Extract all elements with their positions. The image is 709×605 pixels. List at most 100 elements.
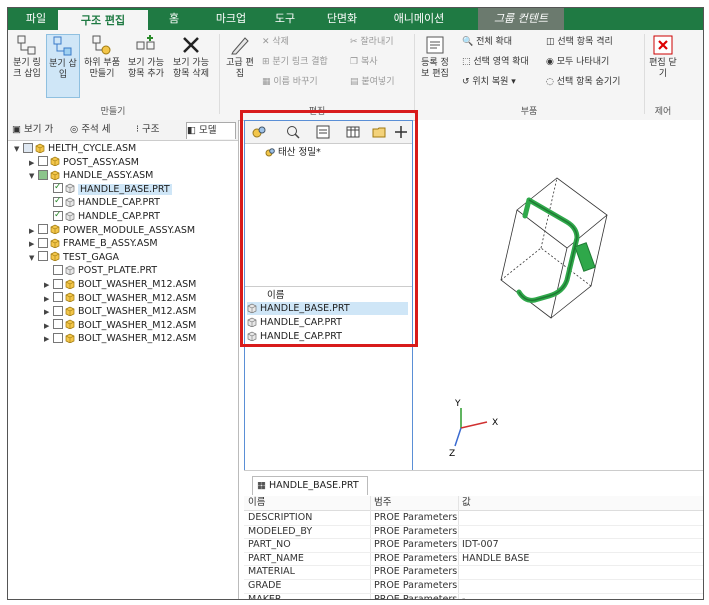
param-name: MAKER bbox=[248, 593, 282, 600]
table-row[interactable]: DESCRIPTION PROE Parameters bbox=[244, 511, 703, 526]
sub-part-create-button[interactable]: 하위 부품 만들기 bbox=[82, 34, 122, 98]
menu-bar: 파일 구조 편집 홈 마크업 도구 단면화 애니메이션 그룹 컨텐트 bbox=[8, 8, 703, 30]
link-combine-icon: ⊞ bbox=[262, 57, 273, 67]
visibility-checkbox[interactable] bbox=[53, 332, 63, 343]
group-content-item[interactable]: HANDLE_CAP.PRT bbox=[247, 330, 408, 343]
table-row[interactable]: MODELED_BY PROE Parameters bbox=[244, 525, 703, 540]
visibility-checkbox[interactable] bbox=[53, 305, 63, 316]
expand-down-icon[interactable]: ▼ bbox=[29, 252, 38, 265]
visibility-checkbox[interactable] bbox=[53, 292, 63, 303]
visibility-checkbox[interactable] bbox=[38, 169, 48, 180]
table-row[interactable]: PART_NO PROE Parameters IDT-007 bbox=[244, 538, 703, 553]
tab-annotation[interactable]: ◎ 주석 세 bbox=[70, 122, 124, 138]
show-all-button[interactable]: ◉ 모두 나타내기 bbox=[546, 56, 609, 68]
assembly-icon bbox=[65, 279, 75, 289]
delete-button[interactable]: ✕ 삭제 bbox=[262, 36, 289, 48]
tree-item[interactable]: ▶ FRAME_B_ASSY.ASM bbox=[29, 237, 158, 250]
visibility-checkbox[interactable] bbox=[53, 181, 63, 194]
select-area-expand-button[interactable]: ⬚ 선택 영역 확대 bbox=[462, 56, 529, 68]
add-viewable-item-button[interactable]: 보기 가능 항목 추가 bbox=[126, 34, 166, 98]
tree-item[interactable]: ▼ TEST_GAGA bbox=[29, 251, 119, 264]
paste-button[interactable]: ▤ 붙여넣기 bbox=[350, 76, 395, 88]
properties-icon[interactable] bbox=[315, 124, 331, 140]
select-isolate-button[interactable]: ◫ 선택 항목 격리 bbox=[546, 36, 613, 48]
tree-item[interactable]: ▼ HELTH_CYCLE.ASM bbox=[14, 142, 136, 155]
expand-all-button[interactable]: 🔍 전체 확대 bbox=[462, 36, 512, 48]
tree-item[interactable]: ▶ POWER_MODULE_ASSY.ASM bbox=[29, 224, 195, 237]
hide-selected-button[interactable]: ◌ 선택 항목 숨기기 bbox=[546, 76, 620, 88]
expand-right-icon[interactable]: ▶ bbox=[44, 293, 53, 306]
register-edit-button[interactable]: 등록 정 보 편집 bbox=[418, 34, 452, 98]
table-row[interactable]: PART_NAME PROE Parameters HANDLE BASE bbox=[244, 552, 703, 567]
branch-link-combine-button[interactable]: ⊞ 분기 링크 결합 bbox=[262, 56, 328, 68]
tree-item[interactable]: HANDLE_CAP.PRT bbox=[44, 209, 160, 223]
tab-markup[interactable]: 마크업 bbox=[204, 8, 258, 30]
tree-item[interactable]: ▶ BOLT_WASHER_M12.ASM bbox=[44, 278, 196, 291]
expand-down-icon[interactable]: ▼ bbox=[14, 143, 23, 156]
visibility-checkbox[interactable] bbox=[38, 156, 48, 167]
expand-down-icon[interactable]: ▼ bbox=[29, 170, 38, 183]
cut-button[interactable]: ✂ 잘라내기 bbox=[350, 36, 394, 48]
visibility-checkbox[interactable] bbox=[38, 224, 48, 235]
tree-item[interactable]: ▶ BOLT_WASHER_M12.ASM bbox=[44, 305, 196, 318]
tree-item[interactable]: ▶ BOLT_WASHER_M12.ASM bbox=[44, 319, 196, 332]
expand-right-icon[interactable]: ▶ bbox=[44, 333, 53, 346]
tab-animation[interactable]: 애니메이션 bbox=[376, 8, 462, 30]
tree-item[interactable]: HANDLE_BASE.PRT bbox=[44, 181, 172, 196]
expand-right-icon[interactable]: ▶ bbox=[44, 279, 53, 292]
group-edit-label: 편집 bbox=[308, 107, 326, 117]
branch-link-insert-button[interactable]: 분기 링 크 삽입 bbox=[10, 34, 44, 98]
table-row[interactable]: MAKER PROE Parameters - bbox=[244, 593, 703, 600]
expand-right-icon[interactable]: ▶ bbox=[29, 157, 38, 170]
expand-right-icon[interactable]: ▶ bbox=[44, 306, 53, 319]
tab-model[interactable]: ◧ 모델 bbox=[186, 122, 236, 139]
tab-structure-edit[interactable]: 구조 편집 bbox=[58, 8, 148, 30]
expand-right-icon[interactable]: ▶ bbox=[29, 238, 38, 251]
visibility-checkbox[interactable] bbox=[53, 195, 63, 208]
tree-item[interactable]: HANDLE_CAP.PRT bbox=[44, 195, 160, 209]
tab-group-content[interactable]: 그룹 컨텐트 bbox=[478, 8, 564, 30]
group-node[interactable]: 태산 정밀* bbox=[265, 146, 321, 159]
tab-section[interactable]: 단면화 bbox=[312, 8, 372, 30]
folder-icon[interactable] bbox=[371, 124, 387, 140]
parameter-tab[interactable]: ▦ HANDLE_BASE.PRT bbox=[252, 476, 368, 495]
expand-right-icon[interactable]: ▶ bbox=[44, 320, 53, 333]
branch-insert-button[interactable]: 분기 삽 입 bbox=[46, 34, 80, 98]
visibility-checkbox[interactable] bbox=[53, 319, 63, 330]
3d-viewport[interactable]: Y X Z bbox=[417, 120, 703, 470]
group-parts-label: 부품 bbox=[520, 107, 538, 117]
tab-file[interactable]: 파일 bbox=[14, 8, 58, 30]
tree-item-label: FRAME_B_ASSY.ASM bbox=[63, 238, 158, 250]
restore-position-button[interactable]: ↺ 위치 복원 ▾ bbox=[462, 76, 516, 88]
paste-label: 붙여넣기 bbox=[361, 77, 395, 87]
tab-tools[interactable]: 도구 bbox=[262, 8, 308, 30]
tab-structure[interactable]: ⁝ 구조 bbox=[136, 122, 182, 138]
tree-item[interactable]: ▶ BOLT_WASHER_M12.ASM bbox=[44, 332, 196, 345]
group-content-item[interactable]: HANDLE_CAP.PRT bbox=[247, 316, 408, 329]
tree-item[interactable]: ▼ HANDLE_ASSY.ASM bbox=[29, 169, 153, 182]
table-icon[interactable] bbox=[345, 124, 361, 140]
group-node-icon[interactable] bbox=[251, 124, 267, 140]
add-icon[interactable] bbox=[393, 124, 409, 140]
table-row[interactable]: MATERIAL PROE Parameters bbox=[244, 565, 703, 580]
advanced-edit-button[interactable]: 고급 편 집 bbox=[224, 34, 256, 98]
tree-item[interactable]: POST_PLATE.PRT bbox=[44, 264, 157, 277]
visibility-checkbox[interactable] bbox=[53, 278, 63, 289]
copy-button[interactable]: ❐ 복사 bbox=[350, 56, 378, 68]
delete-viewable-item-button[interactable]: 보기 가능 항목 삭제 bbox=[170, 34, 212, 98]
expand-right-icon[interactable]: ▶ bbox=[29, 225, 38, 238]
visibility-checkbox[interactable] bbox=[38, 237, 48, 248]
visibility-checkbox[interactable] bbox=[38, 251, 48, 262]
tab-home[interactable]: 홈 bbox=[148, 8, 200, 30]
tree-item[interactable]: ▶ BOLT_WASHER_M12.ASM bbox=[44, 292, 196, 305]
rename-button[interactable]: ▦ 이름 바꾸기 bbox=[262, 76, 318, 88]
search-icon[interactable] bbox=[285, 124, 301, 140]
close-edit-button[interactable]: 편집 닫 기 bbox=[646, 34, 680, 98]
tree-item-label: HANDLE_CAP.PRT bbox=[78, 197, 160, 209]
visibility-checkbox[interactable] bbox=[53, 209, 63, 222]
group-content-item[interactable]: HANDLE_BASE.PRT bbox=[247, 302, 408, 315]
visibility-checkbox[interactable] bbox=[53, 264, 63, 275]
table-row[interactable]: GRADE PROE Parameters bbox=[244, 579, 703, 594]
tab-view[interactable]: ▣ 보기 가 bbox=[12, 122, 64, 138]
tree-item[interactable]: ▶ POST_ASSY.ASM bbox=[29, 156, 139, 169]
